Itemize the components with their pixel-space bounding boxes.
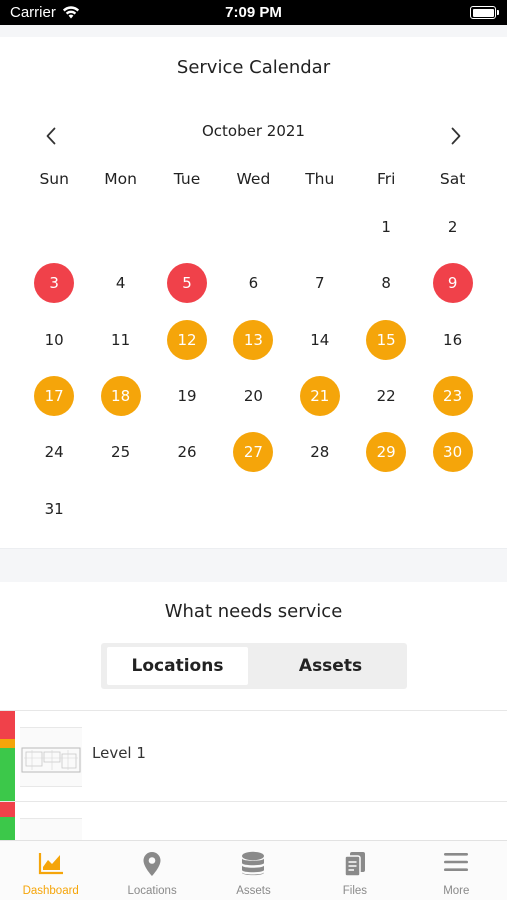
calendar-day[interactable]: 1 — [366, 207, 406, 247]
tab-label: Files — [342, 885, 368, 897]
status-indicator — [0, 748, 15, 802]
calendar-day[interactable]: 10 — [34, 320, 74, 360]
calendar-day[interactable]: 14 — [300, 320, 340, 360]
calendar-day[interactable]: 6 — [233, 263, 273, 303]
weekday-label: Sun — [39, 170, 69, 188]
status-indicator — [0, 817, 15, 840]
weekday-label: Wed — [236, 170, 271, 188]
status-indicator — [0, 802, 15, 817]
calendar-day[interactable]: 22 — [366, 376, 406, 416]
calendar-day[interactable]: 28 — [300, 432, 340, 472]
service-title: What needs service — [164, 601, 343, 622]
calendar-title: Service Calendar — [176, 57, 331, 78]
location-label: Level 1 — [92, 744, 146, 762]
database-icon — [242, 851, 265, 876]
calendar-day[interactable]: 30 — [432, 432, 473, 473]
floor-plan-thumbnail — [20, 818, 82, 840]
calendar-day[interactable]: 15 — [366, 319, 407, 360]
location-row[interactable] — [0, 801, 507, 840]
weekday-label: Tue — [173, 170, 201, 188]
weekday-label: Sat — [439, 170, 466, 188]
calendar-day[interactable]: 25 — [101, 432, 141, 472]
calendar-day[interactable]: 24 — [34, 432, 74, 472]
chevron-right-icon — [451, 127, 461, 145]
calendar-day[interactable]: 17 — [34, 375, 75, 416]
calendar-day[interactable]: 5 — [167, 263, 207, 304]
section-separator — [0, 25, 507, 37]
floor-plan-thumbnail — [20, 727, 82, 787]
next-month-button[interactable] — [441, 121, 471, 151]
status-indicator — [0, 711, 15, 739]
tab-label: Dashboard — [22, 885, 79, 897]
calendar-day[interactable]: 29 — [366, 432, 407, 473]
calendar-day[interactable]: 2 — [433, 207, 473, 247]
tab-label: Locations — [127, 885, 177, 897]
files-icon — [344, 852, 365, 877]
tab-assets[interactable]: Assets — [203, 841, 304, 900]
bottom-tab-bar: Dashboard Locations Assets Files More — [0, 840, 507, 900]
calendar-day[interactable]: 21 — [299, 375, 340, 416]
menu-icon — [444, 853, 469, 871]
calendar-day[interactable]: 4 — [101, 263, 141, 303]
calendar-day[interactable]: 8 — [366, 263, 406, 303]
tab-files[interactable]: Files — [304, 841, 405, 900]
section-separator — [0, 548, 507, 582]
service-calendar: Service Calendar October 2021 Sun Mon Tue W… — [0, 37, 507, 548]
calendar-day[interactable]: 31 — [34, 489, 74, 529]
map-pin-icon — [143, 852, 161, 876]
weekday-label: Thu — [305, 170, 335, 188]
calendar-day[interactable]: 12 — [167, 319, 207, 360]
tab-locations[interactable]: Locations — [101, 841, 202, 900]
chart-icon — [38, 853, 63, 875]
calendar-day[interactable]: 18 — [100, 375, 141, 416]
locations-tab[interactable]: Locations — [107, 647, 248, 685]
calendar-day[interactable]: 23 — [432, 375, 473, 416]
clock-label: 7:09 PM — [225, 4, 282, 21]
calendar-day[interactable]: 16 — [433, 320, 473, 360]
month-label: October 2021 — [202, 122, 305, 140]
tab-dashboard[interactable]: Dashboard — [0, 841, 101, 900]
status-indicator — [0, 739, 15, 748]
calendar-day[interactable]: 11 — [101, 320, 141, 360]
location-row[interactable]: Level 1 — [0, 710, 507, 802]
what-needs-service: What needs service Locations Assets Leve… — [0, 582, 507, 840]
tab-label: More — [443, 885, 470, 897]
calendar-day[interactable]: 9 — [432, 263, 473, 304]
assets-tab[interactable]: Assets — [260, 647, 401, 685]
tab-label: Assets — [236, 885, 271, 897]
calendar-day[interactable]: 7 — [300, 263, 340, 303]
calendar-day[interactable]: 13 — [233, 319, 274, 360]
tab-more[interactable]: More — [406, 841, 507, 900]
locations-assets-toggle: Locations Assets — [101, 643, 407, 689]
calendar-day[interactable]: 19 — [167, 376, 207, 416]
battery-icon — [470, 6, 499, 19]
weekday-label: Fri — [376, 170, 396, 188]
calendar-day[interactable]: 20 — [233, 376, 273, 416]
calendar-day[interactable]: 27 — [233, 432, 274, 473]
calendar-day[interactable]: 3 — [34, 263, 75, 304]
status-bar: Carrier 7:09 PM — [0, 0, 507, 25]
calendar-day[interactable]: 26 — [167, 432, 207, 472]
weekday-label: Mon — [104, 170, 137, 188]
